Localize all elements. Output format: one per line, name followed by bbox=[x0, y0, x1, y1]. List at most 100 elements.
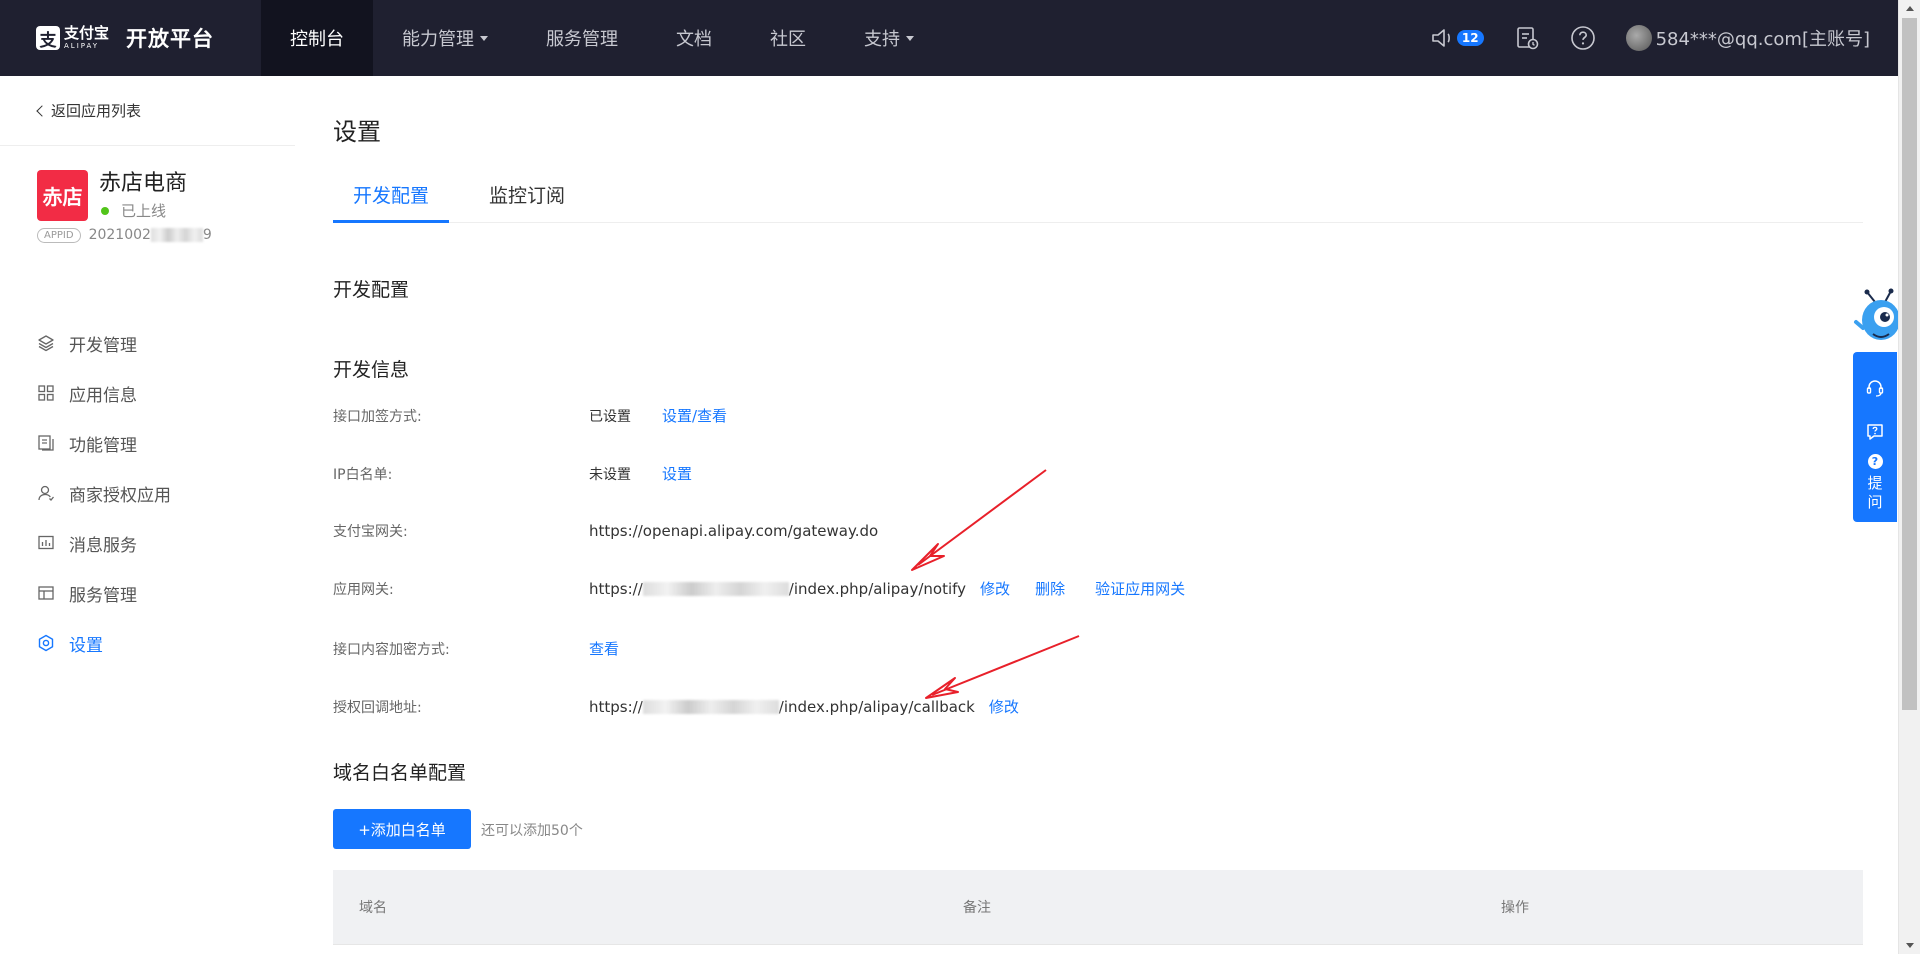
nav-community-label: 社区 bbox=[770, 29, 806, 50]
sidebar-item-label: 开发管理 bbox=[69, 335, 137, 356]
row-label: IP白名单: bbox=[333, 466, 393, 483]
app-gateway-url: https:// /index.php/alipay/notify bbox=[589, 580, 966, 598]
appid-suffix: 9 bbox=[202, 227, 212, 243]
row-value: 未设置 bbox=[589, 466, 631, 483]
sidebar-item-service-management[interactable]: 服务管理 bbox=[0, 568, 295, 618]
add-whitelist-button[interactable]: +添加白名单 bbox=[333, 809, 471, 849]
customer-service-button[interactable] bbox=[1853, 366, 1897, 410]
nav-console-label: 控制台 bbox=[290, 29, 344, 50]
sidebar-menu: 开发管理 应用信息 功能管理 商家授权应用 消息服务 服务管理 设置 bbox=[0, 318, 295, 668]
app-logo: 赤店 bbox=[37, 170, 88, 221]
speaker-icon bbox=[1432, 29, 1450, 47]
sidebar: 返回应用列表 赤店 赤店电商 已上线 APPID 2021002 9 开发管理 应… bbox=[0, 76, 295, 954]
ask-label-2: 问 bbox=[1867, 493, 1883, 511]
alipay-gateway-url: https://openapi.alipay.com/gateway.do bbox=[589, 522, 879, 540]
nav-console[interactable]: 控制台 bbox=[261, 0, 373, 76]
sidebar-item-dev-management[interactable]: 开发管理 bbox=[0, 318, 295, 368]
document-clock-icon bbox=[1516, 27, 1538, 50]
auth-callback-edit-link[interactable]: 修改 bbox=[989, 696, 1019, 717]
topbar-actions: 12 584***@qq.com[主账号] bbox=[1400, 0, 1870, 76]
faq-button[interactable] bbox=[1853, 410, 1897, 454]
whitelist-remaining-hint: 还可以添加50个 bbox=[481, 823, 583, 839]
appid-prefix: 2021002 bbox=[88, 227, 151, 243]
gear-icon bbox=[37, 634, 55, 652]
sign-method-settings-link[interactable]: 设置/查看 bbox=[662, 405, 727, 426]
settings-tabs: 开发配置 监控订阅 bbox=[333, 179, 1863, 223]
float-panel: ? 提问 bbox=[1853, 352, 1897, 522]
user-icon bbox=[37, 484, 55, 502]
scroll-down-button[interactable] bbox=[1899, 937, 1920, 954]
table-header-domain: 域名 bbox=[359, 900, 387, 916]
avatar bbox=[1625, 25, 1652, 51]
user-account-label: 584***@qq.com[主账号] bbox=[1655, 29, 1870, 50]
main-nav: 控制台 能力管理 服务管理 文档 社区 支持 bbox=[261, 0, 943, 76]
redacted-blur bbox=[150, 228, 203, 242]
section-title-domain-whitelist: 域名白名单配置 bbox=[333, 762, 467, 784]
platform-title: 开放平台 bbox=[126, 27, 215, 51]
appid-row: APPID 2021002 9 bbox=[37, 227, 295, 243]
nav-service[interactable]: 服务管理 bbox=[517, 0, 647, 76]
app-gateway-delete-link[interactable]: 删除 bbox=[1035, 578, 1065, 599]
nav-support-label: 支持 bbox=[864, 29, 900, 50]
layers-icon bbox=[37, 334, 55, 352]
url-prefix: https:// bbox=[589, 579, 643, 598]
sidebar-item-merchant-auth[interactable]: 商家授权应用 bbox=[0, 468, 295, 518]
app-gateway-verify-link[interactable]: 验证应用网关 bbox=[1095, 578, 1185, 599]
row-label: 授权回调地址: bbox=[333, 699, 422, 716]
row-alipay-gateway: 支付宝网关: https://openapi.alipay.com/gatewa… bbox=[333, 521, 1833, 541]
row-sign-method: 接口加签方式: 已设置 设置/查看 bbox=[333, 405, 1833, 426]
nav-capability[interactable]: 能力管理 bbox=[373, 0, 517, 76]
page-scrollbar[interactable] bbox=[1898, 0, 1920, 954]
app-card: 赤店 赤店电商 已上线 APPID 2021002 9 bbox=[0, 146, 295, 326]
scrollbar-thumb[interactable] bbox=[1902, 18, 1917, 710]
brand[interactable]: 支 支付宝 ALIPAY 开放平台 bbox=[0, 0, 261, 76]
ask-label: 提问 bbox=[1867, 474, 1882, 512]
user-menu[interactable]: 584***@qq.com[主账号] bbox=[1625, 25, 1870, 51]
sidebar-item-label: 服务管理 bbox=[69, 585, 137, 606]
nav-docs-label: 文档 bbox=[676, 29, 712, 50]
section-title-dev-info: 开发信息 bbox=[333, 359, 410, 381]
top-navigation-bar: 支 支付宝 ALIPAY 开放平台 控制台 能力管理 服务管理 文档 社区 支持… bbox=[0, 0, 1898, 76]
row-label: 应用网关: bbox=[333, 581, 394, 598]
sidebar-item-message-service[interactable]: 消息服务 bbox=[0, 518, 295, 568]
row-label: 接口内容加密方式: bbox=[333, 641, 450, 658]
app-status: 已上线 bbox=[99, 200, 187, 221]
scroll-up-button[interactable] bbox=[1899, 0, 1920, 17]
auth-callback-url: https:// /index.php/alipay/callback bbox=[589, 698, 975, 716]
notification-badge: 12 bbox=[1456, 30, 1484, 46]
app-name: 赤店电商 bbox=[99, 171, 188, 196]
nav-community[interactable]: 社区 bbox=[741, 0, 835, 76]
whitelist-table-header: 域名 备注 操作 bbox=[333, 870, 1863, 945]
row-app-gateway: 应用网关: https:// /index.php/alipay/notify 修… bbox=[333, 578, 1833, 599]
sidebar-item-settings[interactable]: 设置 bbox=[0, 618, 295, 668]
sidebar-item-label: 设置 bbox=[69, 635, 103, 656]
apps-grid-icon bbox=[37, 384, 55, 402]
content-encrypt-view-link[interactable]: 查看 bbox=[589, 638, 619, 659]
floating-service-widget: ? 提问 bbox=[1853, 288, 1900, 522]
question-icon: ? bbox=[1867, 454, 1883, 469]
alipay-logo-en: ALIPAY bbox=[64, 42, 100, 50]
orders-button[interactable] bbox=[1514, 25, 1540, 51]
tab-monitor-subscribe[interactable]: 监控订阅 bbox=[469, 179, 585, 223]
alipay-logo-cn: 支付宝 bbox=[64, 24, 110, 42]
nav-docs[interactable]: 文档 bbox=[647, 0, 741, 76]
row-label: 接口加签方式: bbox=[333, 408, 422, 425]
sidebar-item-feature-management[interactable]: 功能管理 bbox=[0, 418, 295, 468]
app-gateway-edit-link[interactable]: 修改 bbox=[980, 578, 1010, 599]
nav-support[interactable]: 支持 bbox=[835, 0, 943, 76]
row-value: 已设置 bbox=[589, 408, 631, 425]
chart-bars-icon bbox=[37, 534, 55, 552]
ask-question-button[interactable]: ? 提问 bbox=[1853, 454, 1897, 512]
tab-dev-config[interactable]: 开发配置 bbox=[333, 179, 450, 223]
redacted-blur bbox=[642, 700, 779, 714]
help-button[interactable] bbox=[1570, 25, 1596, 51]
arrow-up-icon bbox=[1905, 6, 1914, 11]
arrow-down-icon bbox=[1905, 943, 1914, 948]
back-to-app-list-link[interactable]: 返回应用列表 bbox=[0, 76, 295, 146]
ip-whitelist-settings-link[interactable]: 设置 bbox=[662, 463, 692, 484]
row-content-encrypt: 接口内容加密方式: 查看 bbox=[333, 638, 1833, 659]
document-stack-icon bbox=[37, 434, 55, 452]
sidebar-item-app-info[interactable]: 应用信息 bbox=[0, 368, 295, 418]
back-link-label: 返回应用列表 bbox=[51, 102, 142, 120]
notification-button[interactable]: 12 bbox=[1430, 26, 1484, 50]
